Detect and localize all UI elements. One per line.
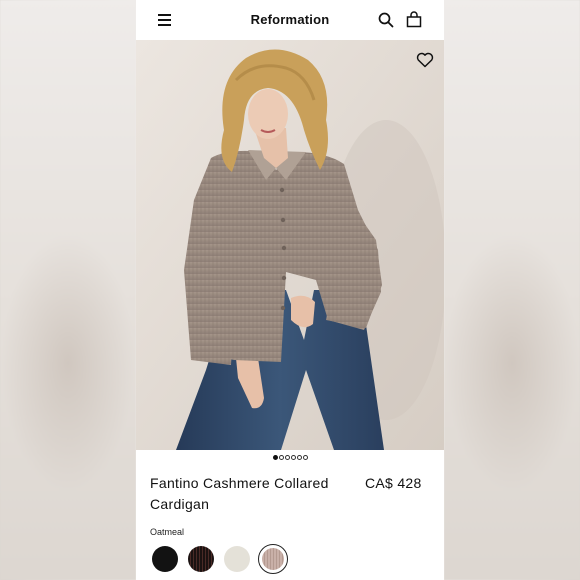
product-image-carousel[interactable]: [136, 40, 444, 450]
carousel-pagination: [136, 455, 444, 463]
carousel-dot-3[interactable]: [284, 455, 290, 460]
color-swatch-brown-stripe[interactable]: [186, 544, 216, 574]
blurred-background-left: [0, 0, 136, 580]
color-swatch-oatmeal[interactable]: [258, 544, 288, 574]
blurred-background-right: [444, 0, 580, 580]
carousel-dot-4[interactable]: [290, 455, 296, 460]
selected-color-label: Oatmeal: [150, 527, 185, 537]
top-navigation-bar: Reformation: [136, 0, 444, 40]
swatch-fill: [224, 546, 250, 572]
carousel-dot-6[interactable]: [302, 455, 308, 460]
swatch-fill: [262, 548, 284, 570]
carousel-dot-1[interactable]: [272, 455, 278, 460]
carousel-dot-5[interactable]: [296, 455, 302, 460]
product-title: Fantino Cashmere Collared Cardigan: [150, 475, 329, 512]
swatch-fill: [152, 546, 178, 572]
swatch-fill: [188, 546, 214, 572]
search-icon[interactable]: [378, 12, 394, 28]
carousel-dot-2[interactable]: [278, 455, 284, 460]
color-swatch-ivory[interactable]: [222, 544, 252, 574]
product-photo: [136, 40, 444, 450]
brand-logo[interactable]: Reformation: [136, 12, 444, 27]
heart-icon[interactable]: [416, 52, 434, 68]
shopping-bag-icon[interactable]: [406, 11, 422, 28]
product-page: Reformation Fantino Cashmere Collared Ca…: [136, 0, 444, 580]
product-price: CA$ 428: [365, 475, 422, 491]
color-swatch-black[interactable]: [150, 544, 180, 574]
